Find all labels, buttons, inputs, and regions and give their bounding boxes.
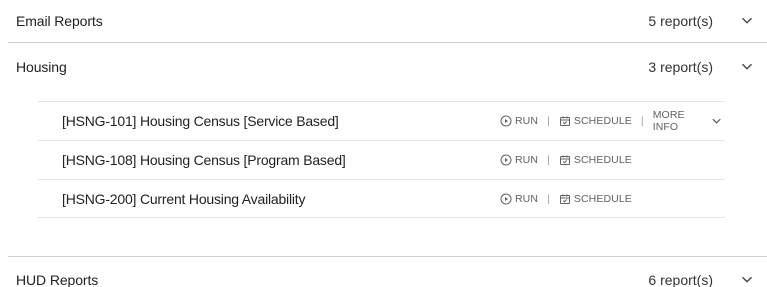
section-divider: [8, 42, 767, 43]
chevron-down-icon[interactable]: [739, 13, 755, 29]
report-actions: RUN | SCHEDULE: [500, 154, 632, 166]
section-header-hud-reports[interactable]: HUD Reports 6 report(s): [0, 259, 767, 287]
action-separator: |: [547, 192, 550, 205]
run-button[interactable]: RUN: [500, 193, 538, 205]
section-title: HUD Reports: [16, 272, 99, 287]
report-row: [HSNG-101] Housing Census [Service Based…: [38, 101, 725, 140]
schedule-label: SCHEDULE: [573, 115, 632, 127]
schedule-button[interactable]: SCHEDULE: [559, 193, 632, 205]
section-report-count: 5 report(s): [648, 13, 713, 29]
report-row: [HSNG-200] Current Housing Availability …: [38, 179, 725, 218]
schedule-button[interactable]: SCHEDULE: [559, 154, 632, 166]
more-info-button[interactable]: MORE INFO: [653, 109, 725, 133]
chevron-down-icon[interactable]: [739, 272, 755, 287]
run-label: RUN: [515, 115, 539, 127]
more-info-label: MORE INFO: [652, 109, 685, 133]
play-circle-icon: [500, 154, 512, 166]
calendar-check-icon: [559, 116, 570, 126]
section-header-housing[interactable]: Housing 3 report(s): [0, 46, 767, 88]
schedule-button[interactable]: SCHEDULE: [559, 115, 632, 127]
section-title: Email Reports: [16, 13, 103, 29]
report-name: [HSNG-108] Housing Census [Program Based…: [62, 152, 346, 168]
report-actions: RUN | SCHEDULE | MORE INFO: [500, 109, 725, 133]
section-header-email-reports[interactable]: Email Reports 5 report(s): [0, 0, 767, 42]
action-separator: |: [547, 115, 550, 127]
report-actions: RUN | SCHEDULE: [500, 193, 632, 205]
chevron-down-icon: [712, 118, 721, 124]
housing-report-list: [HSNG-101] Housing Census [Service Based…: [38, 101, 725, 218]
play-circle-icon: [500, 193, 512, 204]
run-button[interactable]: RUN: [500, 154, 538, 166]
schedule-label: SCHEDULE: [573, 154, 632, 166]
section-report-count: 3 report(s): [648, 59, 713, 75]
section-title: Housing: [16, 59, 67, 75]
report-name: [HSNG-200] Current Housing Availability: [62, 190, 306, 207]
report-row: [HSNG-108] Housing Census [Program Based…: [38, 140, 725, 179]
calendar-check-icon: [559, 194, 570, 204]
section-divider: [8, 256, 767, 257]
play-circle-icon: [500, 115, 512, 127]
report-name: [HSNG-101] Housing Census [Service Based…: [62, 113, 339, 129]
schedule-label: SCHEDULE: [573, 192, 632, 205]
chevron-down-icon[interactable]: [739, 59, 755, 75]
run-label: RUN: [515, 154, 539, 166]
run-button[interactable]: RUN: [500, 115, 538, 127]
run-label: RUN: [515, 192, 539, 205]
section-report-count: 6 report(s): [648, 272, 713, 287]
calendar-check-icon: [559, 155, 570, 165]
action-separator: |: [640, 115, 644, 127]
action-separator: |: [547, 154, 550, 166]
